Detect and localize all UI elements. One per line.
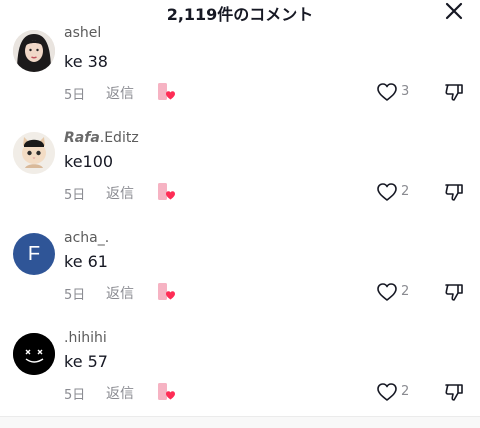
like-count: 2 <box>401 284 410 299</box>
like-count: 2 <box>401 384 410 399</box>
comment-date: 5日 <box>64 188 86 203</box>
comment-text: ke 57 <box>64 352 108 371</box>
avatar-letter: F <box>27 242 41 265</box>
like-count: 3 <box>401 84 410 99</box>
comments-header: 2,119件のコメント <box>0 0 480 26</box>
comment-text: ke 61 <box>64 252 108 271</box>
comment-text: ke 38 <box>64 52 108 71</box>
comment-date: 5日 <box>64 288 86 303</box>
smiley-avatar-icon <box>13 333 55 375</box>
comment-item: Rafa.Editz ke100 5日 返信 2 <box>0 126 480 226</box>
dislike-icon[interactable] <box>444 382 464 402</box>
username[interactable]: ashel <box>64 25 101 41</box>
heart-icon[interactable] <box>376 82 398 102</box>
username-rest-part: .Editz <box>99 130 139 146</box>
comment-date: 5日 <box>64 388 86 403</box>
comment-item: F acha_. ke 61 5日 返信 2 <box>0 226 480 326</box>
avatar[interactable] <box>13 333 55 375</box>
dislike-icon[interactable] <box>444 182 464 202</box>
user-photo-icon <box>13 30 55 72</box>
comment-input-bar[interactable] <box>0 417 480 428</box>
reply-button[interactable]: 返信 <box>106 383 134 403</box>
reply-button[interactable]: 返信 <box>106 183 134 203</box>
creator-liked-icon <box>158 383 175 400</box>
comment-text: ke100 <box>64 152 114 171</box>
avatar[interactable] <box>13 30 55 72</box>
reply-button[interactable]: 返信 <box>106 83 134 103</box>
comments-panel: 2,119件のコメント ashel ke 38 5日 返信 3 Rafa.Edi… <box>0 0 480 428</box>
heart-icon[interactable] <box>376 282 398 302</box>
heart-icon[interactable] <box>376 382 398 402</box>
comment-count-title: 2,119件のコメント <box>166 5 314 24</box>
heart-icon[interactable] <box>376 182 398 202</box>
username[interactable]: Rafa.Editz <box>64 130 139 146</box>
dislike-icon[interactable] <box>444 82 464 102</box>
username-styled-part: Rafa <box>64 130 100 146</box>
like-count: 2 <box>401 184 410 199</box>
dislike-icon[interactable] <box>444 282 464 302</box>
username[interactable]: acha_. <box>64 230 109 246</box>
creator-liked-icon <box>158 183 175 200</box>
creator-liked-icon <box>158 83 175 100</box>
cat-avatar-icon <box>13 132 55 174</box>
reply-button[interactable]: 返信 <box>106 283 134 303</box>
comment-item: ashel ke 38 5日 返信 3 <box>0 25 480 126</box>
avatar[interactable]: F <box>13 233 55 275</box>
comment-item: .hihihi ke 57 5日 返信 2 <box>0 326 480 426</box>
comment-date: 5日 <box>64 88 86 103</box>
username[interactable]: .hihihi <box>64 330 107 346</box>
close-icon[interactable] <box>444 1 464 21</box>
creator-liked-icon <box>158 283 175 300</box>
avatar[interactable] <box>13 132 55 174</box>
